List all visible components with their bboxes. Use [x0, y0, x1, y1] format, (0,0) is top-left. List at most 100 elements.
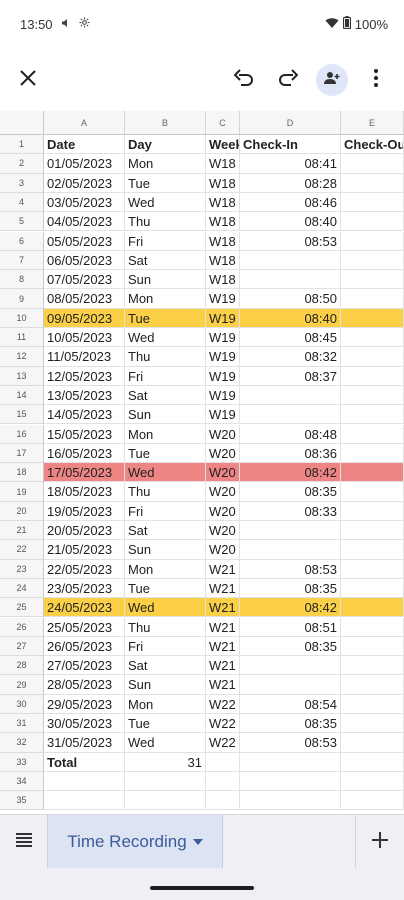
checkout-cell[interactable] — [341, 192, 404, 213]
empty-cell[interactable] — [44, 791, 125, 811]
date-cell[interactable]: 14/05/2023 — [44, 405, 125, 425]
day-cell[interactable]: Fri — [125, 366, 206, 386]
row-number[interactable]: 15 — [0, 405, 44, 425]
day-cell[interactable]: Wed — [125, 463, 206, 483]
checkout-cell[interactable] — [341, 598, 404, 618]
day-cell[interactable]: Thu — [125, 347, 206, 367]
checkout-cell[interactable] — [341, 308, 404, 328]
empty-cell[interactable] — [125, 791, 206, 811]
header-cell[interactable]: Check-In — [240, 135, 341, 155]
column-header-b[interactable]: B — [125, 111, 206, 135]
date-cell[interactable]: 25/05/2023 — [44, 617, 125, 637]
date-cell[interactable]: 10/05/2023 — [44, 328, 125, 348]
empty-cell[interactable] — [206, 791, 240, 811]
date-cell[interactable]: 18/05/2023 — [44, 482, 125, 502]
checkin-cell[interactable]: 08:33 — [240, 501, 341, 521]
empty-cell[interactable] — [240, 771, 341, 792]
total-label-cell[interactable]: Total — [44, 752, 125, 772]
week-cell[interactable]: W21 — [206, 598, 240, 618]
row-number[interactable]: 2 — [0, 154, 44, 174]
empty-cell[interactable] — [341, 771, 404, 792]
day-cell[interactable]: Wed — [125, 328, 206, 348]
date-cell[interactable]: 07/05/2023 — [44, 270, 125, 290]
checkin-cell[interactable] — [240, 405, 341, 425]
checkout-cell[interactable] — [341, 733, 404, 753]
empty-cell[interactable] — [341, 791, 404, 811]
week-cell[interactable]: W20 — [206, 424, 240, 444]
day-cell[interactable]: Mon — [125, 694, 206, 714]
checkin-cell[interactable]: 08:42 — [240, 598, 341, 618]
week-cell[interactable]: W21 — [206, 656, 240, 676]
date-cell[interactable]: 24/05/2023 — [44, 598, 125, 618]
day-cell[interactable]: Thu — [125, 212, 206, 232]
checkin-cell[interactable] — [240, 385, 341, 406]
checkin-cell[interactable]: 08:28 — [240, 173, 341, 193]
row-number[interactable]: 1 — [0, 135, 44, 155]
empty-cell[interactable] — [240, 791, 341, 811]
row-number[interactable]: 7 — [0, 250, 44, 271]
date-cell[interactable]: 27/05/2023 — [44, 656, 125, 676]
day-cell[interactable]: Thu — [125, 617, 206, 637]
row-number[interactable]: 30 — [0, 694, 44, 714]
row-number[interactable]: 20 — [0, 501, 44, 521]
row-number[interactable]: 12 — [0, 347, 44, 367]
add-sheet-button[interactable] — [356, 815, 404, 869]
week-cell[interactable]: W18 — [206, 231, 240, 251]
empty-cell[interactable] — [240, 752, 341, 772]
row-number[interactable]: 5 — [0, 212, 44, 232]
checkout-cell[interactable] — [341, 521, 404, 541]
day-cell[interactable]: Tue — [125, 308, 206, 328]
date-cell[interactable]: 06/05/2023 — [44, 250, 125, 271]
checkin-cell[interactable]: 08:42 — [240, 463, 341, 483]
checkin-cell[interactable]: 08:36 — [240, 443, 341, 464]
week-cell[interactable]: W22 — [206, 733, 240, 753]
column-header-d[interactable]: D — [240, 111, 341, 135]
row-number[interactable]: 3 — [0, 173, 44, 193]
checkin-cell[interactable]: 08:35 — [240, 714, 341, 734]
checkin-cell[interactable]: 08:54 — [240, 694, 341, 714]
checkout-cell[interactable] — [341, 694, 404, 714]
week-cell[interactable]: W18 — [206, 173, 240, 193]
row-number[interactable]: 21 — [0, 521, 44, 541]
date-cell[interactable]: 01/05/2023 — [44, 154, 125, 174]
day-cell[interactable]: Tue — [125, 173, 206, 193]
checkin-cell[interactable] — [240, 675, 341, 695]
checkout-cell[interactable] — [341, 173, 404, 193]
week-cell[interactable]: W19 — [206, 385, 240, 406]
checkout-cell[interactable] — [341, 328, 404, 348]
date-cell[interactable]: 11/05/2023 — [44, 347, 125, 367]
share-button[interactable] — [316, 64, 348, 96]
date-cell[interactable]: 09/05/2023 — [44, 308, 125, 328]
date-cell[interactable]: 12/05/2023 — [44, 366, 125, 386]
week-cell[interactable]: W19 — [206, 328, 240, 348]
empty-cell[interactable] — [206, 752, 240, 772]
empty-cell[interactable] — [206, 771, 240, 792]
week-cell[interactable]: W22 — [206, 714, 240, 734]
redo-button[interactable] — [266, 58, 310, 102]
week-cell[interactable]: W20 — [206, 540, 240, 560]
week-cell[interactable]: W18 — [206, 250, 240, 271]
checkin-cell[interactable]: 08:51 — [240, 617, 341, 637]
row-number[interactable]: 24 — [0, 578, 44, 599]
checkin-cell[interactable]: 08:32 — [240, 347, 341, 367]
day-cell[interactable]: Fri — [125, 231, 206, 251]
checkout-cell[interactable] — [341, 347, 404, 367]
row-number[interactable]: 27 — [0, 636, 44, 657]
row-number[interactable]: 10 — [0, 308, 44, 328]
week-cell[interactable]: W19 — [206, 347, 240, 367]
row-number[interactable]: 35 — [0, 791, 44, 811]
home-indicator[interactable] — [150, 886, 254, 890]
week-cell[interactable]: W21 — [206, 559, 240, 579]
week-cell[interactable]: W20 — [206, 521, 240, 541]
date-cell[interactable]: 02/05/2023 — [44, 173, 125, 193]
row-number[interactable]: 17 — [0, 443, 44, 464]
checkout-cell[interactable] — [341, 578, 404, 599]
date-cell[interactable]: 03/05/2023 — [44, 192, 125, 213]
row-number[interactable]: 4 — [0, 192, 44, 213]
checkout-cell[interactable] — [341, 714, 404, 734]
undo-button[interactable] — [222, 58, 266, 102]
day-cell[interactable]: Fri — [125, 501, 206, 521]
date-cell[interactable]: 29/05/2023 — [44, 694, 125, 714]
checkin-cell[interactable]: 08:41 — [240, 154, 341, 174]
day-cell[interactable]: Sat — [125, 385, 206, 406]
